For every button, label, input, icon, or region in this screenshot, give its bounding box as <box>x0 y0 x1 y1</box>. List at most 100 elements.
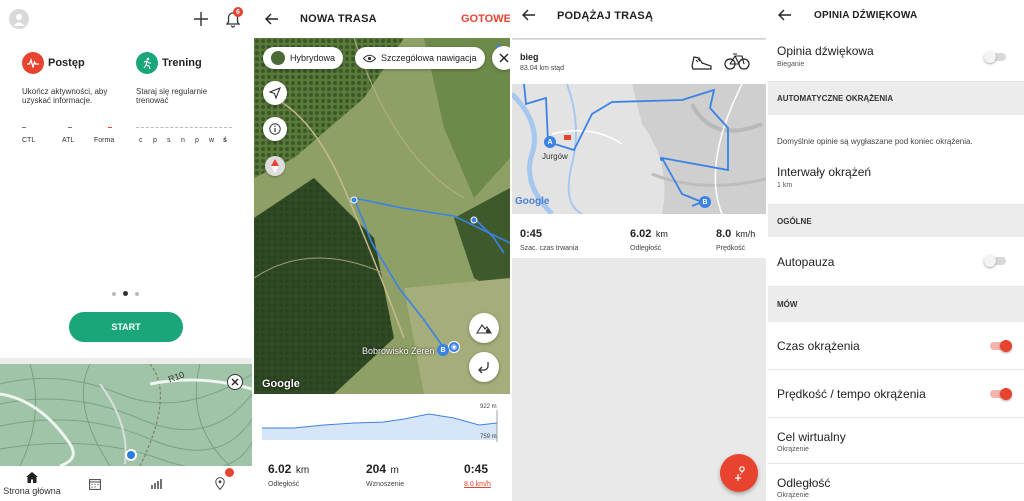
stat-unit: km <box>655 229 668 239</box>
header: PODĄŻAJ TRASĄ <box>512 0 766 38</box>
done-button[interactable]: GOTOWE <box>461 13 510 25</box>
setting-title: Prędkość / tempo okrążenia <box>777 387 926 401</box>
add-route-fab[interactable] <box>720 454 758 492</box>
route-stat-ascent: 204 m Wznoszenie <box>366 460 404 488</box>
training-day-label: c <box>139 137 143 144</box>
start-button[interactable]: START <box>69 312 183 342</box>
route-stat-time: 0:45 8.0 km/h <box>464 460 491 488</box>
section-general: OGÓLNE <box>768 205 1024 237</box>
setting-info: Domyślnie opinie są wygłaszane pod konie… <box>768 115 1024 157</box>
mountain-heat-icon <box>476 324 492 334</box>
topo-map[interactable]: R10 <box>0 364 252 466</box>
notification-badge: 6 <box>233 7 243 17</box>
setting-title: Odległość <box>777 476 831 490</box>
tab-calendar[interactable] <box>64 466 126 501</box>
back-arrow-icon[interactable] <box>522 9 535 21</box>
setting-lap-time[interactable]: Czas okrążenia <box>768 322 1024 370</box>
setting-lap-speed[interactable]: Prędkość / tempo okrążenia <box>768 370 1024 418</box>
stat-unit: m <box>390 465 399 476</box>
back-arrow-icon[interactable] <box>778 9 791 21</box>
audio-feedback-toggle[interactable] <box>984 51 1006 63</box>
header: NOWA TRASA GOTOWE <box>254 0 510 38</box>
satellite-map[interactable] <box>254 38 510 394</box>
route-map[interactable]: A B Jurgów Google <box>512 84 766 214</box>
tab-home[interactable]: Strona główna <box>0 466 64 501</box>
reverse-route-button[interactable] <box>469 352 499 382</box>
location-pin: ◉ <box>448 341 460 353</box>
bicycle-icon[interactable] <box>724 52 750 70</box>
setting-subtitle: 1 km <box>777 182 793 189</box>
lap-speed-toggle[interactable] <box>990 388 1012 400</box>
route-start-marker: A <box>544 136 556 148</box>
bar-chart-icon <box>151 479 162 489</box>
setting-virtual-target[interactable]: Cel wirtualny Okrążenie <box>768 418 1024 464</box>
speed-link[interactable]: 8.0 km/h <box>464 481 491 488</box>
home-icon <box>26 471 38 483</box>
tab-stats[interactable] <box>126 466 188 501</box>
u-turn-icon <box>478 362 489 374</box>
stat-unit: km <box>295 465 310 476</box>
hybrid-map-icon <box>271 51 285 65</box>
setting-distance[interactable]: Odległość Okrążenie <box>768 464 1024 501</box>
setting-audio-feedback[interactable]: Opinia dźwiękowa Bieganie <box>768 32 1024 82</box>
close-map-button[interactable] <box>227 374 243 390</box>
heatmap-button[interactable] <box>469 313 499 343</box>
follow-stat-duration: 0:45 Szac. czas trwania <box>520 224 578 252</box>
route-plus-icon <box>735 466 745 481</box>
progress-title: Postęp <box>48 57 85 69</box>
stat-label: Prędkość <box>716 245 746 252</box>
route-stat-distance: 6.02 km Odległość <box>268 460 309 488</box>
stat-label: Szac. czas trwania <box>520 245 579 252</box>
setting-autopause[interactable]: Autopauza <box>768 237 1024 287</box>
eye-icon <box>363 54 376 62</box>
training-day-label: n <box>181 137 185 144</box>
progress-bars <box>22 127 122 129</box>
tab-home-label: Strona główna <box>3 485 61 496</box>
stat-value: 204 <box>366 462 387 476</box>
setting-subtitle: Okrążenie <box>777 492 809 499</box>
stat-unit: km/h <box>735 229 756 239</box>
training-day-label: p <box>195 137 199 144</box>
info-text: Domyślnie opinie są wygłaszane pod konie… <box>777 137 973 146</box>
avatar[interactable] <box>9 9 29 29</box>
info-button[interactable] <box>263 117 287 141</box>
follow-stat-distance: 6.02 km Odległość <box>630 224 668 252</box>
lap-time-toggle[interactable] <box>990 340 1012 352</box>
locate-button[interactable] <box>263 81 287 105</box>
town-label: Jurgów <box>542 152 568 161</box>
training-day-label: w <box>209 137 215 144</box>
calendar-icon <box>89 478 101 490</box>
autopause-toggle[interactable] <box>984 255 1006 267</box>
training-day-label: p <box>153 137 157 144</box>
progress-icon <box>22 52 44 74</box>
setting-title: Cel wirtualny <box>777 430 846 444</box>
detailed-navigation-button[interactable]: Szczegółowa nawigacja <box>355 47 485 69</box>
setting-lap-intervals[interactable]: Interwały okrążeń 1 km <box>768 157 1024 205</box>
tab-routes[interactable] <box>188 466 252 501</box>
stat-label: Wznoszenie <box>366 481 405 488</box>
stat-value: 8.0 <box>716 228 732 240</box>
follow-route-screen: PODĄŻAJ TRASĄ bieg 83.04 km stąd A B Jur… <box>512 0 766 501</box>
compass-button[interactable] <box>265 156 285 176</box>
page-indicator[interactable] <box>112 291 142 297</box>
training-icon <box>136 52 158 74</box>
back-arrow-icon[interactable] <box>265 13 278 25</box>
route-card[interactable]: bieg 83.04 km stąd A B Jurgów Google 0:4… <box>512 40 766 258</box>
running-shoe-icon[interactable] <box>690 51 714 71</box>
audio-feedback-screen: OPINIA DŹWIĘKOWA Opinia dźwiękowa Biegan… <box>768 0 1024 501</box>
map-type-label: Hybrydowa <box>290 53 336 63</box>
section-speak: MÓW <box>768 287 1024 322</box>
route-distance-away: 83.04 km stąd <box>520 65 564 72</box>
close-map-button[interactable] <box>492 46 510 70</box>
map-type-button[interactable]: Hybrydowa <box>263 47 344 69</box>
add-icon[interactable] <box>194 12 208 26</box>
google-logo: Google <box>515 196 550 207</box>
setting-title: Interwały okrążeń <box>777 165 872 179</box>
follow-stat-speed: 8.0 km/h Prędkość <box>716 224 755 252</box>
training-desc: Staraj się regularnie trenować <box>136 87 208 105</box>
setting-title: Czas okrążenia <box>777 339 860 353</box>
setting-subtitle: Okrążenie <box>777 446 809 453</box>
progress-label-ctl: CTL <box>22 137 36 144</box>
progress-desc: Ukończ aktywności, aby uzyskać informacj… <box>22 87 108 105</box>
navigation-arrow-icon <box>269 87 281 99</box>
